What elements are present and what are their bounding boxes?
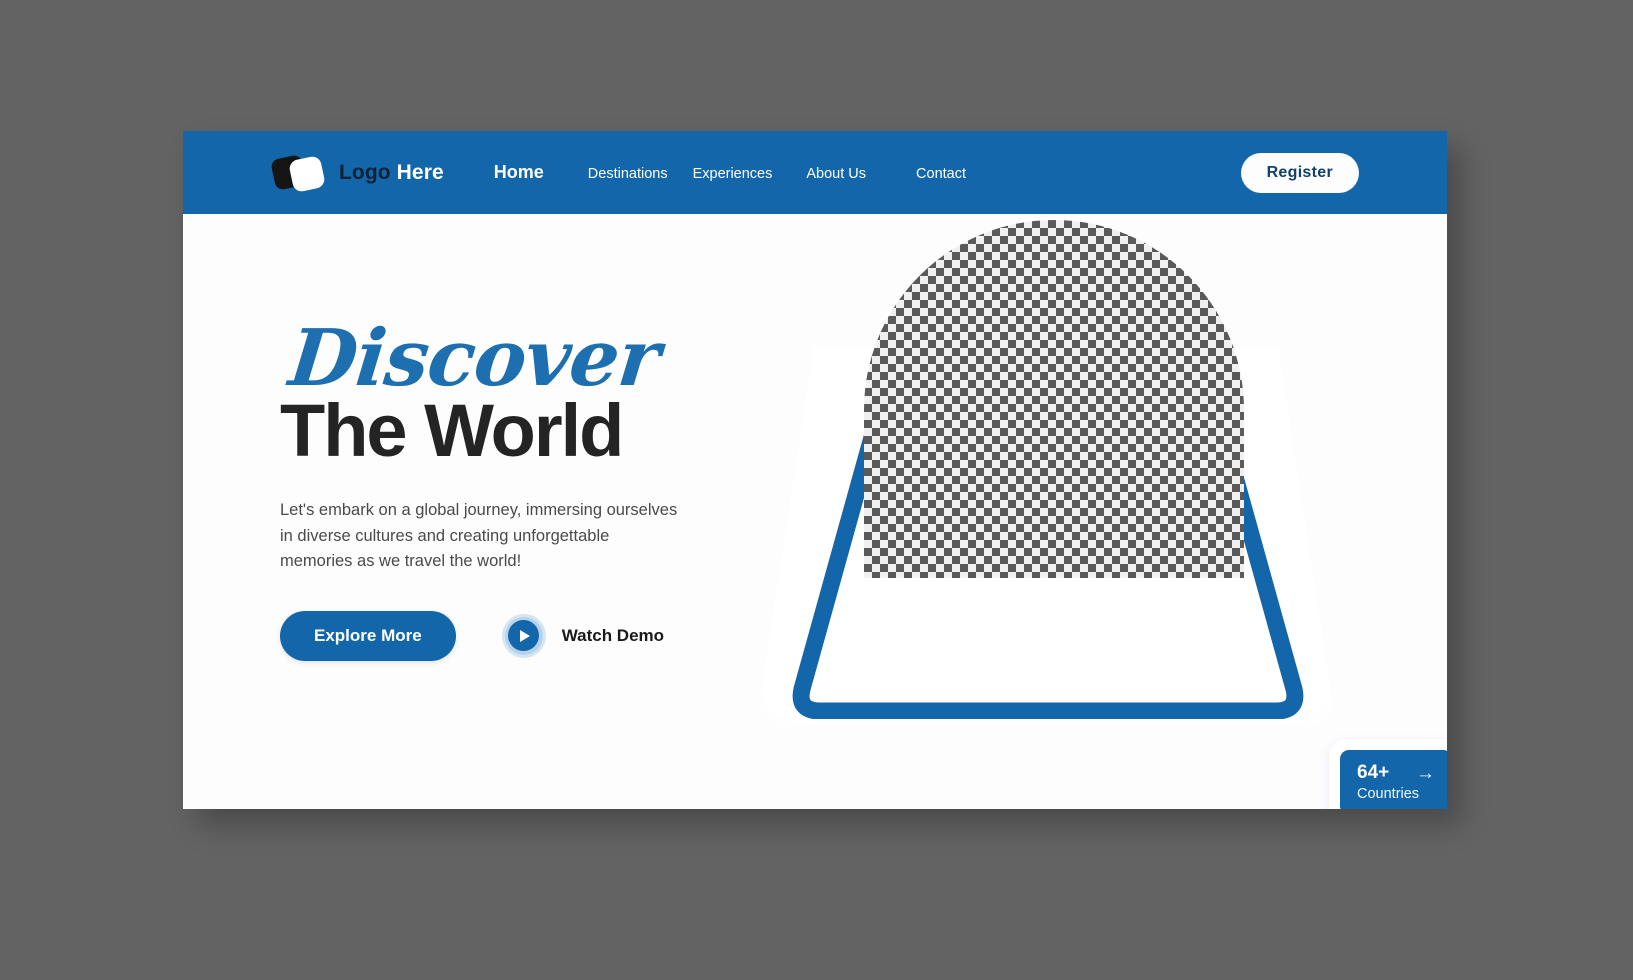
stat-card-countries[interactable]: 64+ → Countries — [1340, 750, 1447, 809]
stat-card-list: 64+ → Countries 24M+ → Per Year User — [1329, 739, 1447, 809]
brand-name-part2: Here — [396, 160, 444, 184]
arrow-right-icon: → — [1416, 762, 1435, 784]
stat-label: Countries — [1357, 786, 1420, 802]
brand-logo[interactable]: Logo Here — [270, 153, 444, 193]
stat-value: 64+ — [1357, 762, 1390, 783]
transparent-checkerboard-placeholder — [864, 220, 1244, 578]
hero-section: Discover The World Let's embark on a glo… — [183, 214, 1447, 809]
nav-item-about-us[interactable]: About Us — [806, 166, 866, 182]
stat-card-top-row: 64+ → — [1357, 762, 1435, 784]
play-triangle-glyph — [520, 629, 531, 642]
hero-script-heading: Discover — [285, 313, 664, 404]
logo-square-light — [288, 154, 326, 193]
register-button[interactable]: Register — [1240, 152, 1359, 193]
play-triangle-icon[interactable] — [501, 613, 546, 658]
nav-item-experiences[interactable]: Experiences — [693, 166, 773, 182]
landing-page-card: Logo Here Home Destinations Experiences … — [183, 131, 1447, 809]
hero-paragraph: Let's embark on a global journey, immers… — [280, 501, 678, 571]
nav-item-destinations[interactable]: Destinations — [588, 166, 668, 182]
hero-headline: The World — [280, 389, 624, 473]
watch-demo-label: Watch Demo — [561, 625, 665, 645]
hero-visual-column: 64+ → Countries 24M+ → Per Year User — [748, 214, 1447, 809]
watch-demo-button[interactable]: Watch Demo — [501, 613, 665, 658]
brand-name-part1: Logo — [339, 160, 391, 184]
hero-cta-row: Explore More Watch Demo — [280, 610, 740, 661]
stat-card-shell: 64+ → Countries — [1329, 739, 1447, 809]
brand-name: Logo Here — [339, 161, 444, 185]
site-header: Logo Here Home Destinations Experiences … — [183, 131, 1447, 214]
stacked-squares-logo-icon — [270, 153, 327, 193]
nav-item-contact[interactable]: Contact — [916, 166, 966, 182]
nav-item-home[interactable]: Home — [494, 162, 544, 183]
hero-text-column: Discover The World Let's embark on a glo… — [280, 313, 740, 661]
explore-more-button[interactable]: Explore More — [280, 610, 456, 661]
main-navigation: Home Destinations Experiences About Us C… — [494, 162, 966, 183]
